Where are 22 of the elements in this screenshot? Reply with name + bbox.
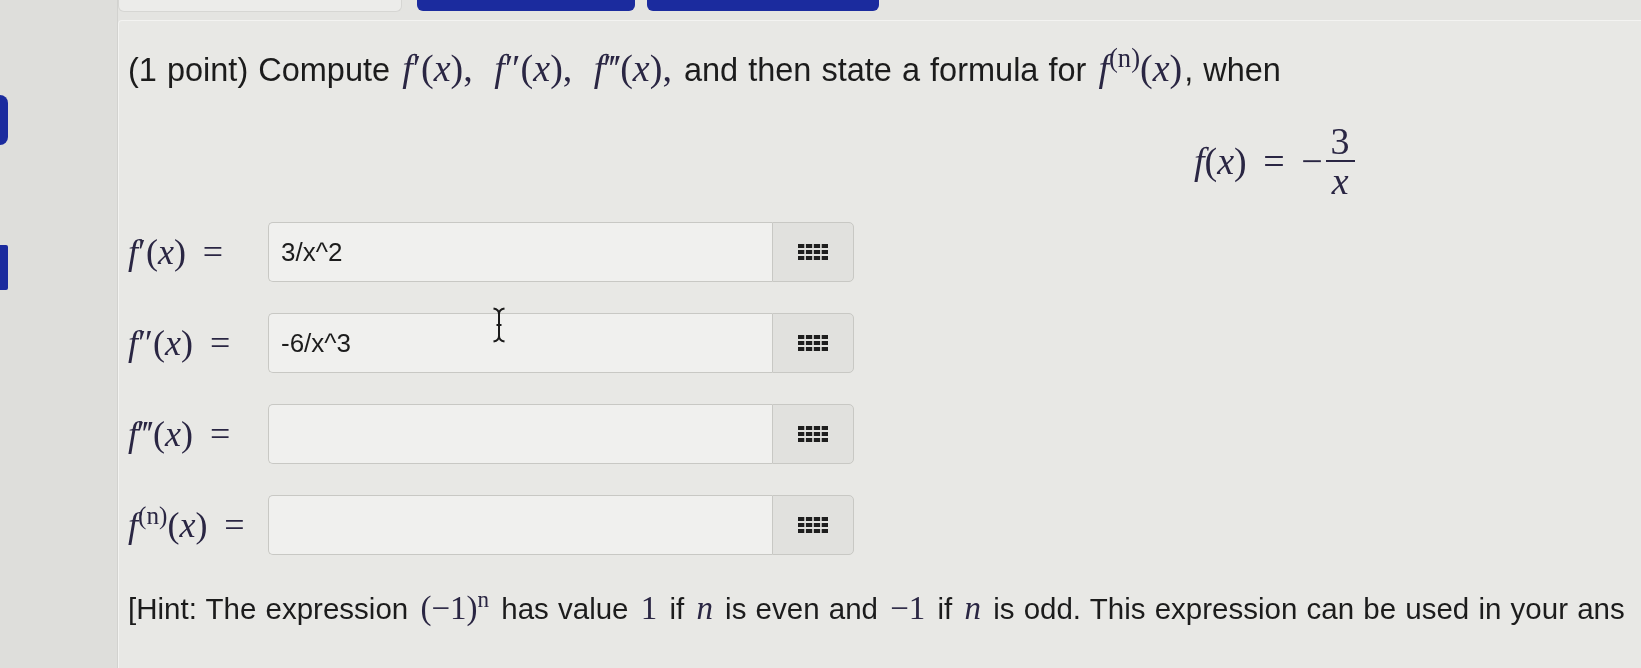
answer-field[interactable]: 3/x^2 <box>268 222 772 282</box>
answer-label: f$^{(n)}$(x) = <box>127 501 246 547</box>
grid-icon <box>798 517 828 533</box>
answer-field[interactable] <box>268 404 772 464</box>
button-edge[interactable] <box>417 0 635 11</box>
problem-text: (1 point) Compute f′(x), f″(x), f‴(x), and then state a formula for f$^{(n)}$(x), when <box>127 45 1282 91</box>
answer-label: f‴(x) = <box>127 413 232 456</box>
answer-label: f″(x) = <box>127 322 232 365</box>
button-edge[interactable] <box>647 0 879 11</box>
keypad-button[interactable] <box>772 404 854 464</box>
grid-icon <box>798 426 828 442</box>
answer-field[interactable] <box>268 495 772 555</box>
grid-icon <box>798 244 828 260</box>
hint-text: [Hint: The expression (−1)$^{n}$ has value 1 if n is even and −1 if n is odd. This expression can be used in your ans <box>127 585 1626 628</box>
keypad-button[interactable] <box>772 313 854 373</box>
button-edge[interactable] <box>118 0 402 12</box>
keypad-button[interactable] <box>772 222 854 282</box>
grid-icon <box>798 335 828 351</box>
tab-edge[interactable] <box>0 95 8 145</box>
answer-label: f′(x) = <box>127 231 225 274</box>
answer-field[interactable]: -6/x^3 <box>268 313 772 373</box>
keypad-button[interactable] <box>772 495 854 555</box>
